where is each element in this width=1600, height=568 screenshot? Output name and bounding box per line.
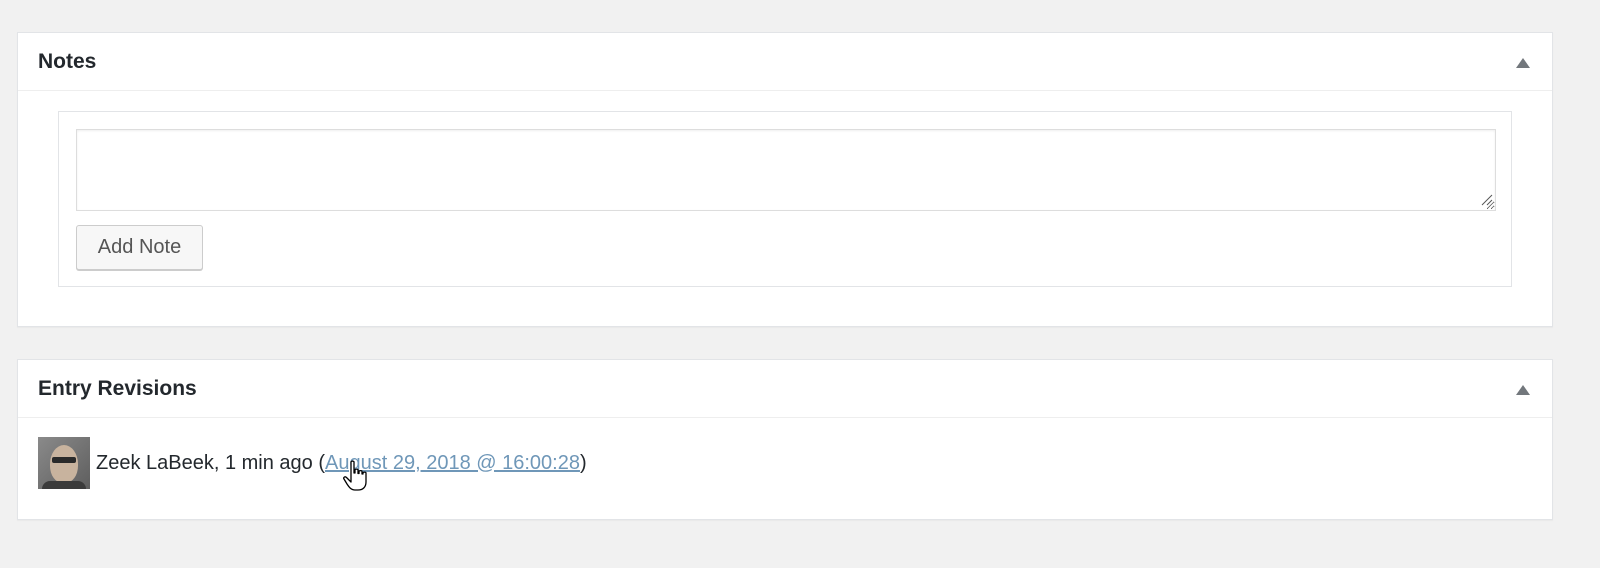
avatar-shirt [42,481,86,489]
notes-panel-title: Notes [38,50,97,73]
notes-panel-header[interactable]: Notes [18,33,1552,91]
user-avatar [38,437,90,489]
note-textarea[interactable] [76,129,1496,211]
revisions-panel-title: Entry Revisions [38,377,197,400]
notes-panel: Notes Add Note [17,32,1553,327]
revisions-panel: Entry Revisions Zeek LaBeek, 1 min ago (… [17,359,1553,520]
avatar-face [50,445,78,483]
revisions-panel-header[interactable]: Entry Revisions [18,360,1552,418]
triangle-up-icon[interactable] [1516,385,1530,395]
notes-form: Add Note [58,111,1512,287]
revision-author: Zeek LaBeek, 1 min ago ( [96,451,326,474]
revision-text: Zeek LaBeek, 1 min ago (August 29, 2018 … [96,452,587,475]
revision-item: Zeek LaBeek, 1 min ago (August 29, 2018 … [38,437,587,489]
revision-close-paren: ) [579,451,587,474]
add-note-button[interactable]: Add Note [76,225,203,270]
revision-date-link[interactable]: August 29, 2018 @ 16:00:28 [325,452,580,474]
avatar-glasses [52,457,76,463]
triangle-up-icon[interactable] [1516,58,1530,68]
